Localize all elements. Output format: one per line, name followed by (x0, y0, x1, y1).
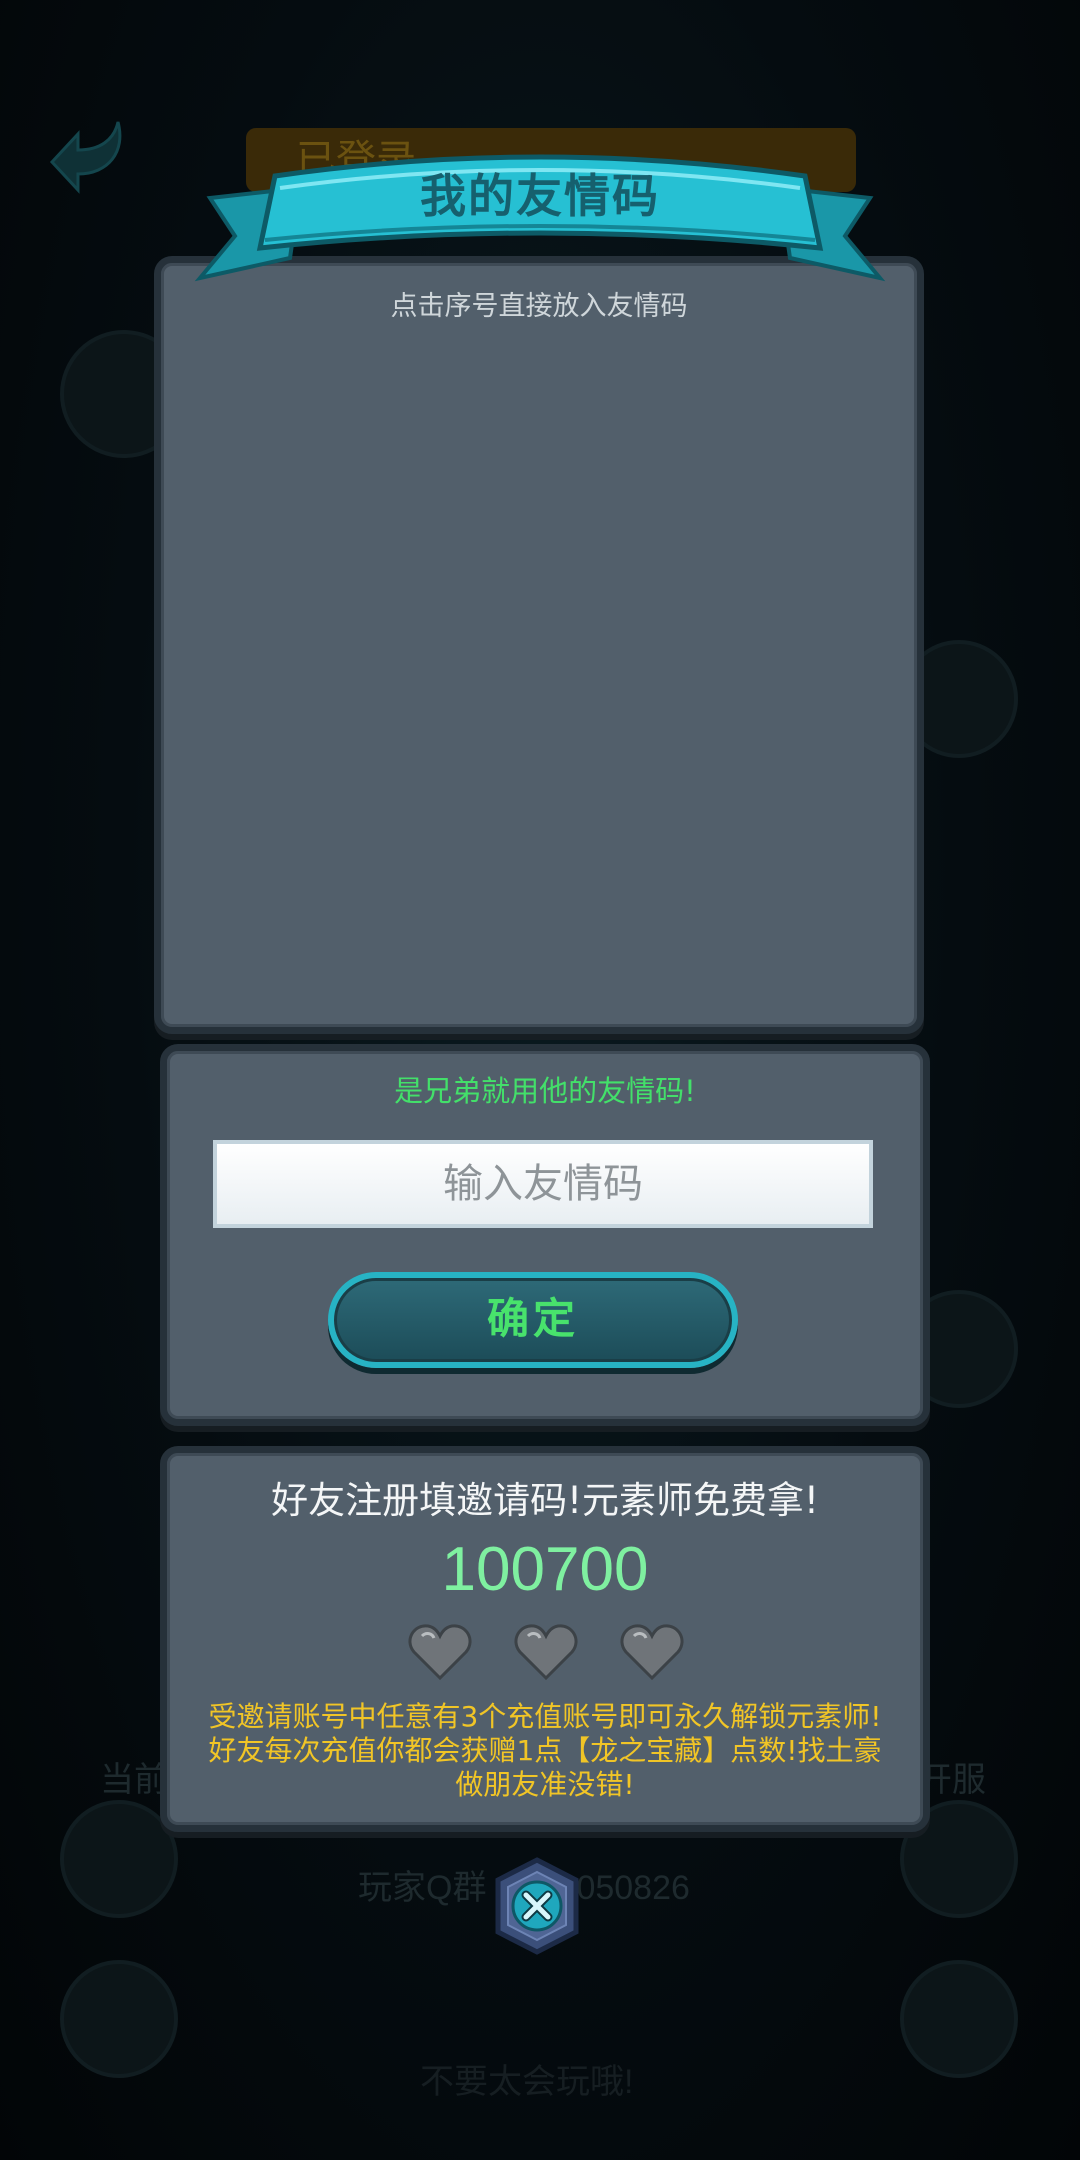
close-x-icon[interactable] (490, 1856, 584, 1956)
dialog-title: 我的友情码 (420, 169, 660, 223)
qq-group-label: 玩家Q群 (358, 1869, 487, 1907)
back-arrow-icon[interactable] (48, 112, 138, 202)
friend-code-input[interactable] (213, 1140, 873, 1228)
background-text-left: 当前 (100, 1761, 168, 1799)
qq-group-number: 050826 (576, 1869, 690, 1907)
background-decoration (60, 1960, 178, 2078)
heart-icon (620, 1624, 684, 1681)
enter-code-note: 是兄弟就用他的友情码! (394, 1074, 696, 1108)
invite-description: 受邀请账号中任意有3个充值账号即可永久解锁元素师!好友每次充值你都会获赠1点【龙… (208, 1700, 882, 1801)
friend-code-list-panel (154, 256, 924, 1034)
confirm-button[interactable]: 确定 (328, 1272, 738, 1368)
dialog-hint: 点击序号直接放入友情码 (390, 291, 688, 322)
background-decoration (900, 1960, 1018, 2078)
background-bottom-text: 不要太会玩哦! (420, 2063, 634, 2101)
invite-title: 好友注册填邀请码!元素师免费拿! (271, 1479, 819, 1522)
heart-icon (514, 1624, 578, 1681)
heart-icon (408, 1624, 472, 1681)
my-invite-code[interactable]: 100700 (160, 1534, 930, 1605)
